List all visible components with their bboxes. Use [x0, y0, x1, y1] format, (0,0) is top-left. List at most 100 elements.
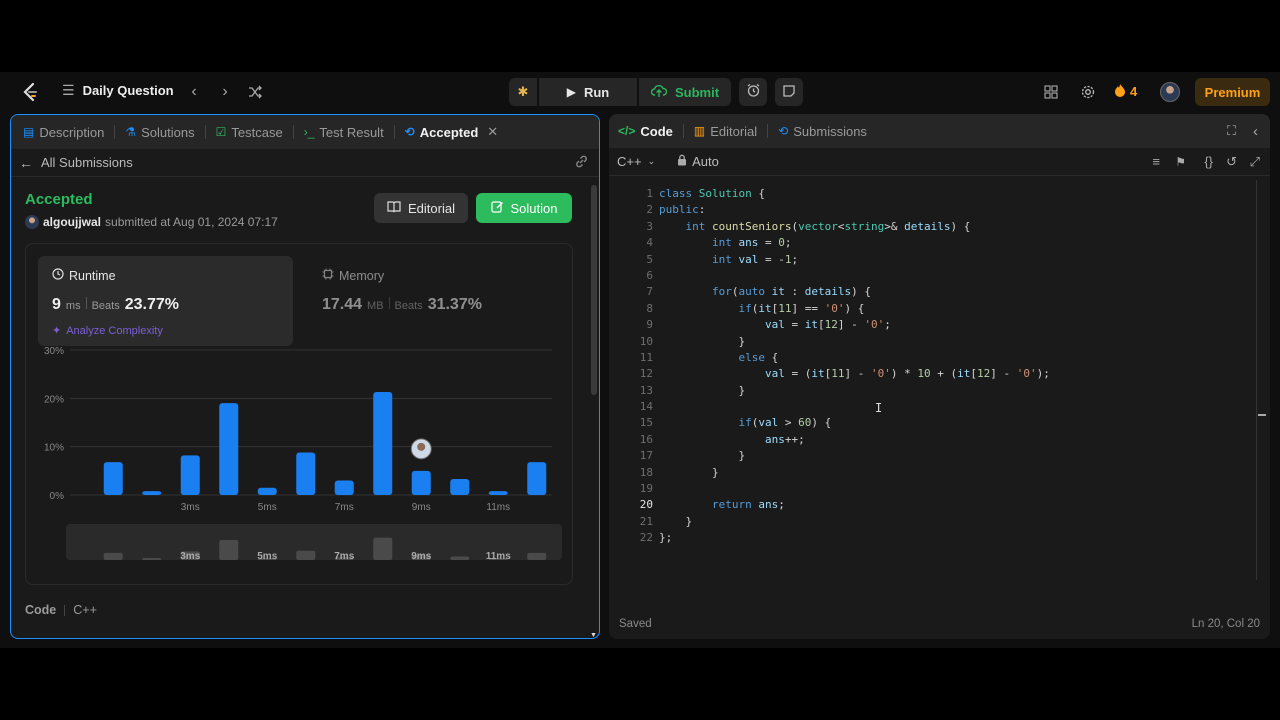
submitter-name[interactable]: algoujjwal [43, 215, 101, 229]
tab-label: Editorial [710, 123, 758, 139]
format-icon[interactable]: ≡ [1152, 154, 1160, 169]
premium-button[interactable]: Premium [1195, 78, 1270, 106]
timer-button[interactable] [739, 78, 767, 106]
code-line[interactable]: ans++; [659, 432, 1249, 448]
chart-bar [411, 470, 431, 495]
tab-accepted[interactable]: ⟲ Accepted ✕ [405, 115, 499, 149]
notes-button[interactable] [775, 78, 803, 106]
streak-counter[interactable]: 4 [1114, 83, 1137, 100]
code-line[interactable]: } [659, 334, 1249, 350]
tab-description[interactable]: ▤ Description [23, 115, 104, 149]
code-token: 11 [831, 367, 845, 381]
prev-problem-icon[interactable]: ‹ [184, 82, 204, 102]
collapse-panel-icon[interactable]: ‹ [1253, 123, 1258, 140]
code-line[interactable]: } [659, 383, 1249, 399]
code-line[interactable]: int ans = 0; [659, 235, 1249, 251]
close-tab-icon[interactable]: ✕ [487, 124, 498, 140]
code-line[interactable]: val = it[12] - '0'; [659, 317, 1249, 333]
tab-submissions[interactable]: ⟲ Submissions [778, 114, 867, 148]
code-token: val [758, 416, 779, 430]
line-number: 3 [646, 219, 653, 233]
settings-gear-icon[interactable] [1078, 82, 1098, 102]
runtime-distribution-chart: 30% 20% 10% 0% 3ms 5ms 7ms 9ms 11ms 3ms 5ms 7ms 9ms 1… [44, 346, 562, 562]
code-line[interactable]: for(auto it : details) { [659, 284, 1249, 300]
code-token: : [698, 203, 706, 217]
tab-editorial[interactable]: ▥ Editorial [694, 114, 757, 148]
code-line[interactable]: } [659, 514, 1249, 530]
code-line[interactable]: if(it[11] == '0') { [659, 301, 1249, 317]
code-line[interactable]: public: [659, 202, 1249, 218]
overview-bar [450, 556, 470, 560]
leetcode-logo-icon[interactable] [20, 82, 40, 102]
line-number-gutter: 1 2 3 4 5 6 7 8 9 10 11 12 13 14 15 16 17 18 19 20 21 22 [609, 186, 653, 547]
editor-scrollbar[interactable] [1256, 180, 1266, 580]
text-cursor-icon: I [875, 401, 883, 415]
scroll-down-arrow[interactable]: ▼ [590, 632, 597, 638]
terminal-icon: ›_ [303, 125, 315, 139]
code-line[interactable]: val = (it[11] - '0') * 10 + (it[12] - '0… [659, 366, 1249, 382]
play-icon: ▶ [566, 85, 576, 99]
fullscreen-icon[interactable]: ⤢ [1250, 154, 1260, 170]
line-number: 17 [639, 449, 653, 463]
line-number: 16 [639, 432, 653, 446]
code-token: int [711, 252, 732, 266]
user-avatar[interactable] [1160, 82, 1180, 102]
code-line[interactable]: return ans; [659, 497, 1249, 513]
code-token: [ [817, 318, 825, 332]
left-scrollbar[interactable]: ▼ [590, 185, 598, 638]
code-line[interactable]: int val = -1; [659, 252, 1249, 268]
code-line[interactable]: else { [659, 350, 1249, 366]
code-line[interactable] [659, 268, 1249, 284]
next-problem-icon[interactable]: › [215, 82, 235, 102]
layout-grid-icon[interactable] [1041, 82, 1061, 102]
problem-list-button[interactable]: ☰ Daily Question [62, 82, 174, 99]
alarm-clock-icon [746, 83, 761, 101]
code-line[interactable] [659, 399, 1249, 415]
code-line[interactable]: class Solution { [659, 186, 1249, 202]
code-line[interactable]: int countSeniors(vector<string>& details… [659, 219, 1249, 235]
braces-icon[interactable]: {} [1204, 154, 1213, 169]
code-line[interactable]: } [659, 465, 1249, 481]
bookmark-icon[interactable]: ⚑ [1175, 155, 1186, 169]
code-token: ) { [811, 416, 832, 430]
code-line[interactable]: } [659, 448, 1249, 464]
code-line[interactable] [659, 481, 1249, 497]
tab-solutions[interactable]: ⚗ Solutions [125, 115, 194, 149]
code-token: ) { [950, 219, 971, 233]
run-button[interactable]: ▶ Run [539, 78, 637, 106]
tab-code[interactable]: </> Code [618, 114, 673, 148]
tab-testcase[interactable]: ☑ Testcase [216, 115, 283, 149]
code-token: : [784, 285, 805, 299]
line-number: 9 [646, 318, 653, 332]
reset-icon[interactable]: ↺ [1226, 154, 1237, 170]
share-link-icon[interactable] [574, 154, 589, 172]
all-submissions-link[interactable]: All Submissions [41, 155, 133, 170]
shuffle-icon[interactable] [245, 82, 265, 102]
auto-mode-toggle[interactable]: Auto [677, 154, 719, 169]
chart-bar [450, 479, 470, 495]
language-select[interactable]: C++ ⌄ [617, 154, 655, 169]
maximize-icon[interactable]: ⛶ [1227, 123, 1236, 139]
editorial-button[interactable]: Editorial [374, 193, 468, 223]
edit-pen-icon [490, 200, 504, 216]
debug-button[interactable]: ✱ [509, 78, 537, 106]
code-editor[interactable]: class Solution {public: int countSeniors… [659, 186, 1249, 547]
line-number: 7 [646, 285, 653, 299]
code-token: public [659, 203, 699, 217]
code-line[interactable]: if(val > 60) { [659, 415, 1249, 431]
code-token: = [784, 318, 805, 332]
submit-button[interactable]: Submit [639, 78, 731, 106]
code-line[interactable]: }; [659, 530, 1249, 546]
submission-subbar: ← All Submissions [11, 149, 599, 177]
code-icon: </> [618, 124, 636, 138]
back-arrow-icon[interactable]: ← [19, 155, 33, 171]
scroll-thumb[interactable] [591, 185, 597, 395]
streak-count: 4 [1130, 84, 1138, 99]
code-token: ++; [784, 432, 805, 446]
tab-test-result[interactable]: ›_ Test Result [304, 115, 384, 149]
code-token: ] == [791, 301, 825, 315]
line-number: 10 [639, 334, 653, 348]
code-token: ; [778, 498, 785, 512]
solution-button[interactable]: Solution [476, 193, 572, 223]
